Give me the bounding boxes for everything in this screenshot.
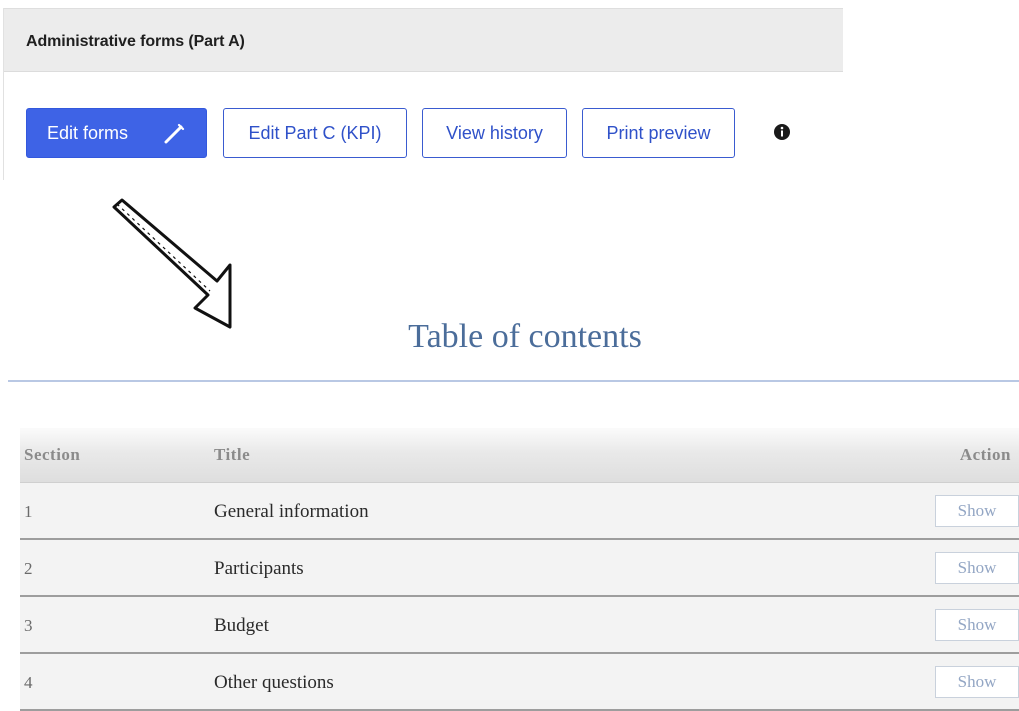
row-title: Other questions	[214, 672, 334, 693]
table-row: 3 Budget Show	[20, 597, 1019, 654]
edit-part-c-button[interactable]: Edit Part C (KPI)	[223, 108, 407, 158]
row-section-number: 3	[24, 616, 33, 635]
show-button[interactable]: Show	[935, 495, 1019, 527]
row-section-number: 4	[24, 673, 33, 692]
view-history-button[interactable]: View history	[422, 108, 567, 158]
column-header-section: Section	[24, 445, 81, 464]
panel-title: Administrative forms (Part A)	[26, 33, 245, 50]
toc-title: Table of contents	[408, 318, 642, 355]
row-section-number: 1	[24, 502, 33, 521]
row-title: General information	[214, 501, 369, 522]
toc-table: Section Title Action 1 General informati…	[20, 428, 1019, 711]
show-button[interactable]: Show	[935, 552, 1019, 584]
row-section-number: 2	[24, 559, 33, 578]
table-row: 2 Participants Show	[20, 540, 1019, 597]
toc-header-row: Section Title Action	[20, 428, 1019, 483]
show-button[interactable]: Show	[935, 609, 1019, 641]
print-preview-button[interactable]: Print preview	[582, 108, 735, 158]
show-button[interactable]: Show	[935, 666, 1019, 698]
panel-header: Administrative forms (Part A)	[4, 8, 843, 72]
administrative-forms-panel: Administrative forms (Part A) Edit forms…	[3, 8, 843, 180]
toc-divider	[8, 380, 1019, 382]
row-title: Budget	[214, 615, 269, 636]
column-header-title: Title	[214, 445, 251, 464]
pencil-icon	[164, 123, 185, 144]
table-row: 4 Other questions Show	[20, 654, 1019, 711]
column-header-action: Action	[959, 445, 1011, 464]
edit-forms-button[interactable]: Edit forms	[26, 108, 207, 158]
row-title: Participants	[214, 558, 304, 579]
edit-forms-label: Edit forms	[47, 122, 129, 143]
table-row: 1 General information Show	[20, 483, 1019, 540]
info-icon[interactable]	[773, 123, 791, 141]
